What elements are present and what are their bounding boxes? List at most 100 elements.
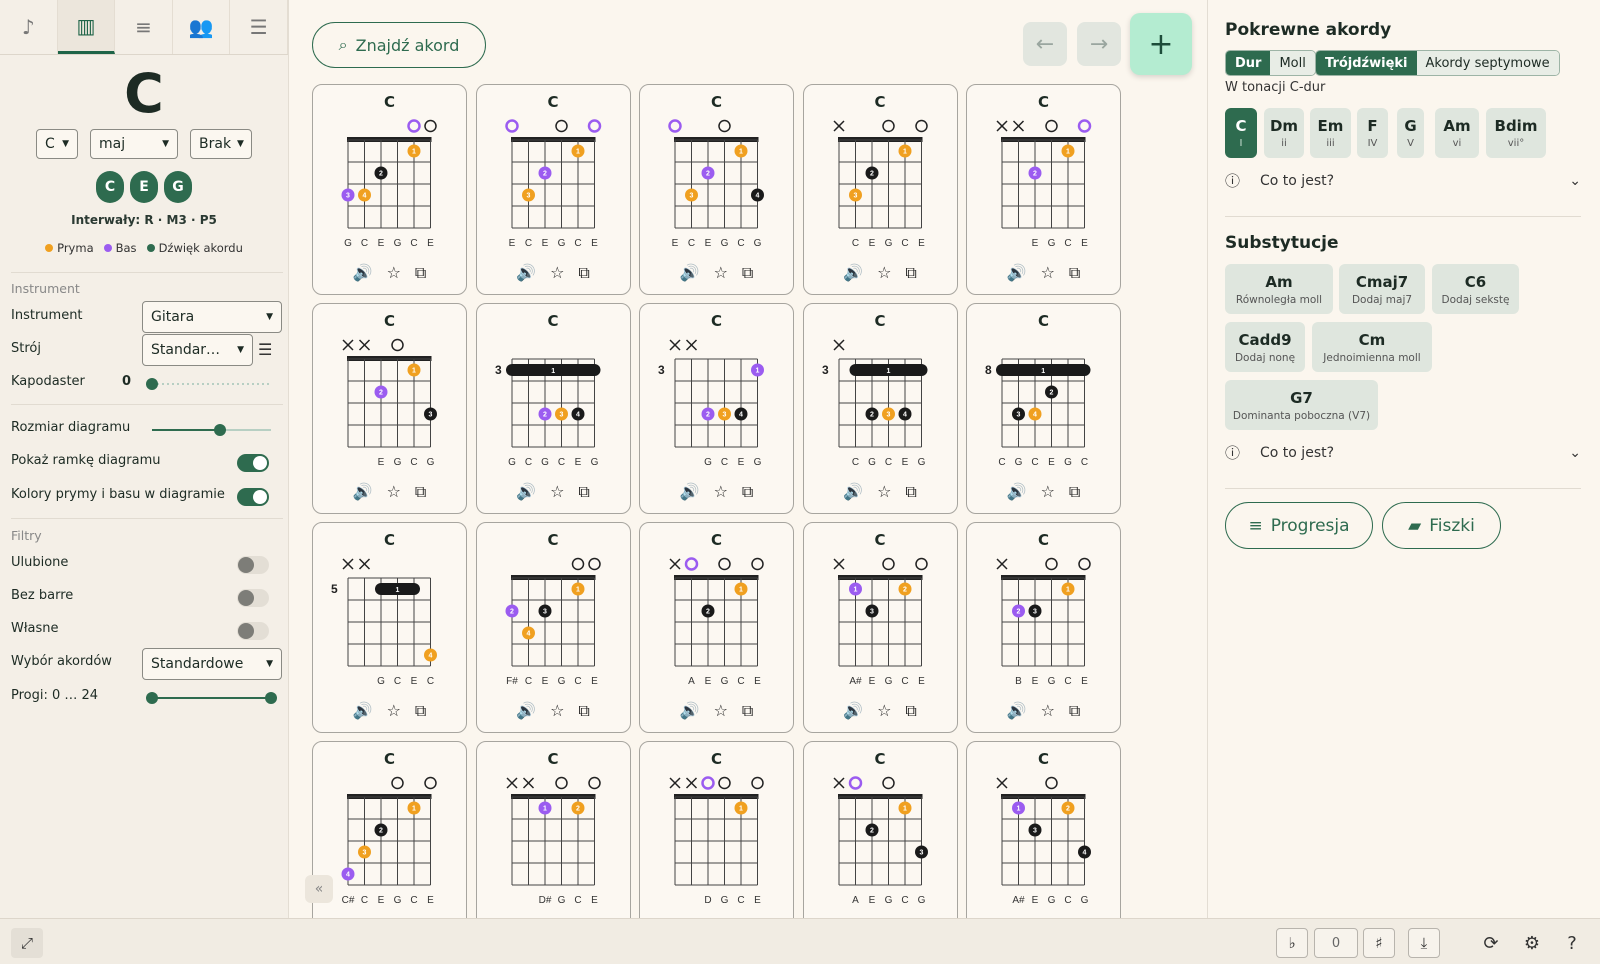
tab-playlist[interactable]: ≡ bbox=[115, 0, 173, 54]
copy-button[interactable]: ⧉ bbox=[742, 263, 753, 283]
flat-button[interactable]: ♭ bbox=[1276, 928, 1308, 958]
moll-option[interactable]: Moll bbox=[1270, 51, 1315, 75]
substitution-cmaj7[interactable]: Cmaj7 Dodaj maj7 bbox=[1339, 264, 1425, 314]
play-button[interactable]: 🔊 bbox=[516, 482, 536, 502]
chord-card[interactable]: C 1 2 3 E C E G C E 🔊 ☆ ⧉ bbox=[475, 84, 631, 295]
copy-button[interactable]: ⧉ bbox=[742, 701, 753, 721]
tuning-select[interactable]: Standar… ▼ bbox=[142, 334, 253, 366]
bass-select[interactable]: Brak ▼ bbox=[190, 129, 252, 159]
copy-button[interactable]: ⧉ bbox=[905, 482, 916, 502]
favorite-button[interactable]: ☆ bbox=[877, 263, 891, 283]
chord-card[interactable]: C12D#GCE🔊☆⧉ bbox=[475, 741, 631, 918]
copy-button[interactable]: ⧉ bbox=[578, 263, 589, 283]
add-button[interactable]: + bbox=[1130, 13, 1192, 75]
chord-card[interactable]: C 1 2 3 4 F# C E G C E 🔊 ☆ ⧉ bbox=[475, 522, 631, 733]
copy-button[interactable]: ⧉ bbox=[415, 482, 426, 502]
play-button[interactable]: 🔊 bbox=[680, 482, 700, 502]
copy-button[interactable]: ⧉ bbox=[578, 482, 589, 502]
favorites-toggle[interactable] bbox=[237, 556, 269, 574]
substitution-cadd9[interactable]: Cadd9 Dodaj nonę bbox=[1225, 322, 1305, 372]
favorite-button[interactable]: ☆ bbox=[714, 482, 728, 502]
settings-button[interactable]: ⚙ bbox=[1517, 928, 1547, 958]
favorite-button[interactable]: ☆ bbox=[877, 701, 891, 721]
tab-note[interactable]: ♪ bbox=[0, 0, 58, 54]
chord-card[interactable]: C 1 2 3 E G C G 🔊 ☆ ⧉ bbox=[312, 303, 467, 514]
copy-button[interactable]: ⧉ bbox=[1069, 482, 1080, 502]
frets-max-knob[interactable] bbox=[265, 692, 277, 704]
capo-slider-knob[interactable] bbox=[146, 378, 158, 390]
what-is-substitutions[interactable]: ⓘ Co to jest? ⌄ bbox=[1225, 442, 1581, 463]
favorite-button[interactable]: ☆ bbox=[387, 263, 401, 283]
copy-button[interactable]: ⧉ bbox=[742, 482, 753, 502]
root-select[interactable]: C ▼ bbox=[36, 129, 78, 159]
play-button[interactable]: 🔊 bbox=[680, 263, 700, 283]
play-button[interactable]: 🔊 bbox=[843, 701, 863, 721]
frame-toggle[interactable] bbox=[237, 454, 269, 472]
chord-card[interactable]: C 1 2 E G C E 🔊 ☆ ⧉ bbox=[966, 84, 1121, 295]
chord-card[interactable]: C1234C#CEGCE🔊☆⧉ bbox=[312, 741, 467, 918]
substitution-cm[interactable]: Cm Jednoimienna moll bbox=[1312, 322, 1432, 372]
copy-button[interactable]: ⧉ bbox=[415, 701, 426, 721]
play-button[interactable]: 🔊 bbox=[843, 482, 863, 502]
tab-settings[interactable]: ☰ bbox=[230, 0, 288, 54]
favorite-button[interactable]: ☆ bbox=[1041, 263, 1055, 283]
favorite-button[interactable]: ☆ bbox=[387, 482, 401, 502]
chord-card[interactable]: C1234A#EGCG🔊☆⧉ bbox=[966, 741, 1121, 918]
sync-button[interactable]: ⟳ bbox=[1476, 928, 1506, 958]
frets-min-knob[interactable] bbox=[146, 692, 158, 704]
favorite-button[interactable]: ☆ bbox=[1041, 701, 1055, 721]
what-is-related[interactable]: ⓘ Co to jest? ⌄ bbox=[1225, 170, 1581, 191]
back-button[interactable]: ← bbox=[1023, 22, 1067, 66]
download-button[interactable]: ⤓ bbox=[1408, 928, 1440, 958]
flashcards-button[interactable]: ▰ Fiszki bbox=[1382, 502, 1501, 549]
play-button[interactable]: 🔊 bbox=[353, 263, 373, 283]
play-button[interactable]: 🔊 bbox=[843, 263, 863, 283]
chord-card[interactable]: C1DGCE🔊☆⧉ bbox=[639, 741, 794, 918]
chord-card[interactable]: C 5 1 4 G C E C 🔊 ☆ ⧉ bbox=[312, 522, 467, 733]
expand-button[interactable]: ⤢ bbox=[11, 928, 43, 958]
chord-card[interactable]: C 8 1 2 3 4 C G C E G C 🔊 ☆ ⧉ bbox=[966, 303, 1121, 514]
favorite-button[interactable]: ☆ bbox=[387, 701, 401, 721]
size-slider-knob[interactable] bbox=[214, 424, 226, 436]
sharp-button[interactable]: ♯ bbox=[1363, 928, 1395, 958]
key-chord-dm[interactable]: Dm ii bbox=[1264, 108, 1304, 158]
copy-button[interactable]: ⧉ bbox=[578, 701, 589, 721]
triads-option[interactable]: Trójdźwięki bbox=[1316, 51, 1417, 75]
collapse-panel-button[interactable]: « bbox=[305, 875, 333, 903]
chord-card[interactable]: C 1 2 A E G C E 🔊 ☆ ⧉ bbox=[639, 522, 794, 733]
chord-card[interactable]: C 1 2 3 C E G C E 🔊 ☆ ⧉ bbox=[802, 84, 958, 295]
copy-button[interactable]: ⧉ bbox=[1069, 263, 1080, 283]
play-button[interactable]: 🔊 bbox=[680, 701, 700, 721]
chord-card[interactable]: C 3 1 2 3 4 C G C E G 🔊 ☆ ⧉ bbox=[802, 303, 958, 514]
play-button[interactable]: 🔊 bbox=[1007, 263, 1027, 283]
progression-button[interactable]: ≡ Progresja bbox=[1225, 502, 1373, 549]
choice-select[interactable]: Standardowe ▼ bbox=[142, 648, 282, 680]
substitution-g7[interactable]: G7 Dominanta poboczna (V7) bbox=[1225, 380, 1378, 430]
favorite-button[interactable]: ☆ bbox=[877, 482, 891, 502]
forward-button[interactable]: → bbox=[1077, 22, 1121, 66]
play-button[interactable]: 🔊 bbox=[1007, 701, 1027, 721]
favorite-button[interactable]: ☆ bbox=[1041, 482, 1055, 502]
chord-card[interactable]: C 3 1 2 3 4 G C G C E G 🔊 ☆ ⧉ bbox=[475, 303, 631, 514]
favorite-button[interactable]: ☆ bbox=[550, 701, 564, 721]
tab-people[interactable]: 👥 bbox=[173, 0, 231, 54]
sevenths-option[interactable]: Akordy septymowe bbox=[1416, 51, 1559, 75]
play-button[interactable]: 🔊 bbox=[516, 701, 536, 721]
key-chord-am[interactable]: Am vi bbox=[1435, 108, 1479, 158]
play-button[interactable]: 🔊 bbox=[353, 482, 373, 502]
tab-chords[interactable]: ▥ bbox=[57, 0, 116, 54]
favorite-button[interactable]: ☆ bbox=[714, 701, 728, 721]
chord-card[interactable]: C 1 2 4 3 G C E G C E 🔊 ☆ ⧉ bbox=[312, 84, 467, 295]
substitution-c6[interactable]: C6 Dodaj sekstę bbox=[1432, 264, 1519, 314]
chord-card[interactable]: C 1 2 3 A# E G C E 🔊 ☆ ⧉ bbox=[802, 522, 958, 733]
key-chord-g[interactable]: GV bbox=[1397, 108, 1424, 158]
frets-range-slider[interactable] bbox=[146, 692, 277, 704]
play-button[interactable]: 🔊 bbox=[516, 263, 536, 283]
chord-card[interactable]: C 3 1 2 3 4 G C E G 🔊 ☆ ⧉ bbox=[639, 303, 794, 514]
chord-card[interactable]: C123AEGCG🔊☆⧉ bbox=[802, 741, 958, 918]
help-button[interactable]: ? bbox=[1557, 928, 1587, 958]
dur-option[interactable]: Dur bbox=[1226, 51, 1271, 75]
colors-toggle[interactable] bbox=[237, 488, 269, 506]
favorite-button[interactable]: ☆ bbox=[550, 263, 564, 283]
diagram-size-slider[interactable] bbox=[152, 424, 271, 436]
